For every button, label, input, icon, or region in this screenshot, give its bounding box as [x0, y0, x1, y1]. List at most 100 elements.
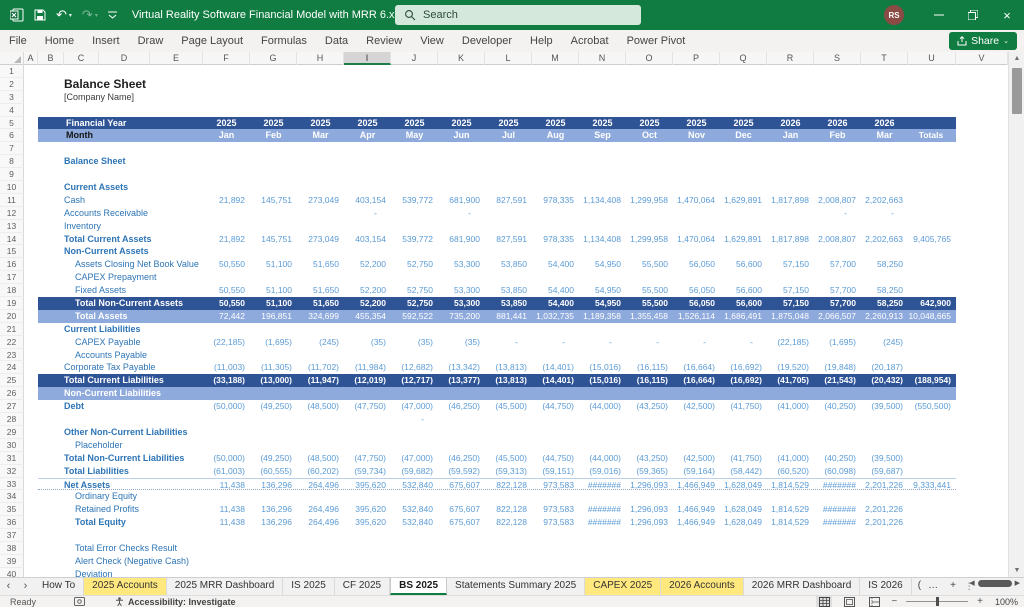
cell[interactable] [956, 361, 1008, 374]
cell[interactable]: (20,187) [861, 361, 908, 374]
scroll-left-icon[interactable]: ◀ [969, 579, 974, 587]
cell[interactable] [956, 439, 1008, 452]
cell[interactable] [956, 387, 1008, 400]
totals-cell[interactable]: 10,048,665 [908, 310, 956, 323]
cell[interactable]: 55,500 [626, 297, 673, 310]
page-layout-view-button[interactable] [841, 596, 857, 607]
row-number[interactable]: 31 [0, 452, 24, 465]
cell[interactable]: 52,200 [344, 258, 391, 271]
row-number[interactable]: 35 [0, 503, 24, 516]
cell[interactable]: 827,591 [485, 194, 532, 207]
column-header-E[interactable]: E [150, 52, 203, 65]
cell[interactable]: (47,750) [344, 400, 391, 413]
save-button[interactable] [29, 0, 51, 30]
column-header-U[interactable]: U [908, 52, 956, 65]
cell[interactable] [956, 555, 1008, 568]
cell[interactable] [24, 503, 38, 516]
cell[interactable]: (41,750) [720, 400, 767, 413]
cell[interactable] [956, 168, 1008, 181]
cell[interactable]: 72,442 [203, 310, 250, 323]
sheet-tab-capex-2025[interactable]: CAPEX 2025 [585, 578, 661, 595]
totals-cell[interactable] [203, 181, 251, 194]
year-header-cell[interactable]: 2025 [391, 117, 438, 130]
month-header-cell[interactable]: Mar [861, 129, 908, 142]
cell[interactable] [956, 503, 1008, 516]
totals-cell[interactable] [908, 452, 956, 465]
cell[interactable]: 56,600 [720, 258, 767, 271]
cell[interactable]: (11,702) [297, 361, 344, 374]
cell[interactable]: (11,947) [297, 374, 344, 387]
cell[interactable]: 54,400 [532, 297, 579, 310]
cell[interactable]: (59,164) [673, 465, 720, 478]
column-header-P[interactable]: P [673, 52, 720, 65]
row-label[interactable]: [Company Name] [38, 91, 203, 104]
cell[interactable]: (44,750) [532, 452, 579, 465]
ribbon-tab-help[interactable]: Help [521, 30, 562, 52]
cell[interactable]: 735,200 [438, 310, 485, 323]
cell[interactable] [956, 374, 1008, 387]
cell[interactable] [203, 413, 250, 426]
cell[interactable] [956, 465, 1008, 478]
cell[interactable] [956, 91, 1008, 104]
cell[interactable]: 2,008,807 [814, 194, 861, 207]
row-label[interactable]: Non-Current Liabilities [38, 387, 203, 400]
cell[interactable] [956, 220, 1008, 233]
totals-cell[interactable] [203, 168, 251, 181]
row-number[interactable]: 33 [0, 478, 24, 491]
year-header-cell[interactable]: 2026 [767, 117, 814, 130]
cell[interactable]: 881,441 [485, 310, 532, 323]
cell[interactable]: 403,154 [344, 194, 391, 207]
cell[interactable] [24, 91, 38, 104]
cell[interactable]: 1,296,093 [626, 503, 673, 516]
cell[interactable]: 1,628,049 [720, 516, 767, 529]
row-number[interactable]: 36 [0, 516, 24, 529]
cell[interactable]: (60,202) [297, 465, 344, 478]
cell[interactable]: (45,500) [485, 400, 532, 413]
totals-cell[interactable] [203, 490, 251, 503]
cell[interactable]: (48,500) [297, 400, 344, 413]
cell[interactable]: 57,700 [814, 284, 861, 297]
row-number[interactable]: 14 [0, 233, 24, 246]
cell[interactable] [24, 400, 38, 413]
cell[interactable] [532, 207, 579, 220]
cell[interactable] [391, 207, 438, 220]
cell[interactable]: (14,401) [532, 374, 579, 387]
cell[interactable] [767, 207, 814, 220]
row-number[interactable]: 19 [0, 297, 24, 310]
cell[interactable]: 395,620 [344, 479, 391, 490]
cell[interactable]: (20,432) [861, 374, 908, 387]
cell[interactable] [24, 452, 38, 465]
totals-cell[interactable] [203, 220, 251, 233]
cell[interactable] [956, 323, 1008, 336]
cell[interactable]: 592,522 [391, 310, 438, 323]
cell[interactable] [24, 129, 38, 142]
month-header-cell[interactable]: Apr [344, 129, 391, 142]
cell[interactable]: - [626, 336, 673, 349]
row-number[interactable]: 32 [0, 465, 24, 478]
cell[interactable]: 1,470,064 [673, 233, 720, 246]
year-header-cell[interactable]: 2025 [579, 117, 626, 130]
row-label[interactable]: Total Non-Current Assets [38, 297, 203, 310]
cell[interactable]: 56,050 [673, 284, 720, 297]
year-header-cell[interactable]: 2026 [861, 117, 908, 130]
cell[interactable]: 2,201,226 [861, 503, 908, 516]
page-break-preview-button[interactable] [866, 596, 882, 607]
row-number[interactable]: 18 [0, 284, 24, 297]
totals-cell[interactable]: Totals [908, 129, 956, 142]
cell[interactable] [24, 297, 38, 310]
totals-cell[interactable]: (550,500) [908, 400, 956, 413]
cell[interactable]: (35) [391, 336, 438, 349]
cell[interactable]: (46,250) [438, 452, 485, 465]
cell[interactable]: 532,840 [391, 479, 438, 490]
cell[interactable]: (1,695) [814, 336, 861, 349]
cell[interactable]: 532,840 [391, 516, 438, 529]
cell[interactable] [956, 349, 1008, 362]
cell[interactable]: 53,850 [485, 297, 532, 310]
cell[interactable] [24, 336, 38, 349]
cell[interactable]: (59,313) [485, 465, 532, 478]
column-header-O[interactable]: O [626, 52, 673, 65]
cell[interactable]: ####### [814, 503, 861, 516]
cell[interactable]: 1,299,958 [626, 233, 673, 246]
cell[interactable]: 1,299,958 [626, 194, 673, 207]
cell[interactable]: (39,500) [861, 452, 908, 465]
